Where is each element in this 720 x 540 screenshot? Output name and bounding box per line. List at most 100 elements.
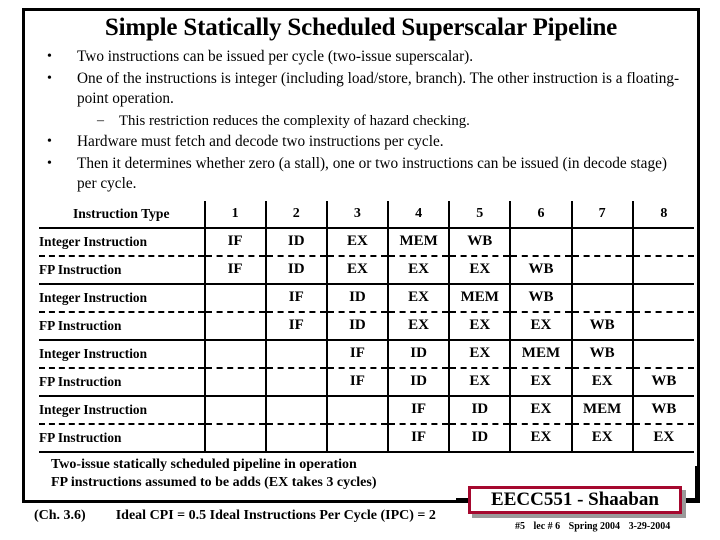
cell-stage: MEM [448, 283, 511, 313]
column-header-cycle-3: 3 [325, 200, 389, 229]
cell-stage: ID [387, 339, 450, 369]
bullet-item: • Then it determines whether zero (a stal… [39, 154, 689, 195]
cell-stage: EX [509, 395, 572, 425]
cell-stage: EX [387, 255, 450, 285]
cell-stage: ID [387, 367, 450, 397]
column-header-cycle-6: 6 [509, 200, 572, 229]
cell-stage: MEM [570, 395, 633, 425]
meta-date: 3-29-2004 [628, 521, 671, 532]
meta-term: Spring 2004 [568, 521, 621, 532]
cell-stage: WB [509, 255, 572, 285]
meta-lecture-number: lec # 6 [533, 521, 561, 532]
cell-instruction-type: FP Instruction [39, 367, 205, 397]
cell-stage: EX [387, 311, 450, 341]
bullet-text: Two instructions can be issued per cycle… [77, 48, 474, 65]
cell-stage [570, 255, 633, 285]
bullet-item: • Hardware must fetch and decode two inst… [39, 132, 689, 153]
cell-stage: WB [448, 227, 511, 257]
cell-stage: ID [325, 283, 389, 313]
cell-stage: ID [264, 255, 327, 285]
column-header-cycle-4: 4 [387, 200, 450, 229]
cell-stage: IF [264, 311, 327, 341]
dash-marker-icon: – [97, 112, 104, 128]
bullet-marker-icon: • [47, 70, 52, 86]
cell-stage: IF [203, 227, 266, 257]
cell-stage [631, 339, 694, 369]
caption-line-1: Two-issue statically scheduled pipeline … [51, 456, 357, 472]
table-header-row: Instruction Type 12345678 [39, 200, 694, 229]
bullet-text: This restriction reduces the complexity … [119, 112, 470, 129]
cell-stage: EX [509, 311, 572, 341]
cell-stage [570, 227, 633, 257]
cell-stage: EX [448, 255, 511, 285]
table-row: FP Instruction IF ID EX EX EX WB [39, 367, 694, 397]
logo-meta-line: #5 lec # 6 Spring 2004 3-29-2004 [515, 521, 676, 532]
cell-stage: EX [325, 227, 389, 257]
column-header-cycle-5: 5 [448, 200, 511, 229]
cell-stage: ID [325, 311, 389, 341]
table-row: Integer Instruction IF ID EX MEM WB [39, 339, 694, 369]
cell-stage [325, 395, 389, 425]
cell-stage: WB [570, 311, 633, 341]
cell-stage: EX [448, 367, 511, 397]
cell-stage: MEM [509, 339, 572, 369]
cell-stage: EX [448, 339, 511, 369]
cell-stage [264, 339, 327, 369]
cell-stage: IF [264, 283, 327, 313]
footer-chapter: (Ch. 3.6) [34, 508, 86, 523]
cell-stage: EX [570, 367, 633, 397]
logo-box: EECC551 - Shaaban [468, 486, 682, 514]
cell-instruction-type: Integer Instruction [39, 395, 205, 425]
table-row: Integer Instruction IF ID EX MEM WB [39, 283, 694, 313]
cell-instruction-type: FP Instruction [39, 255, 205, 285]
cell-stage [203, 283, 266, 313]
bullet-text: One of the instructions is integer (incl… [77, 69, 680, 108]
cell-stage: IF [325, 339, 389, 369]
meta-slide-number: #5 [515, 521, 525, 532]
logo-text: EECC551 - Shaaban [491, 489, 659, 510]
cell-stage: ID [448, 423, 511, 453]
cell-stage: EX [570, 423, 633, 453]
cell-stage [203, 339, 266, 369]
cell-stage [570, 283, 633, 313]
cell-stage: EX [509, 367, 572, 397]
cell-stage: MEM [387, 227, 450, 257]
bullet-text: Then it determines whether zero (a stall… [77, 154, 668, 193]
bullet-text: Hardware must fetch and decode two instr… [77, 133, 444, 150]
cell-stage: EX [631, 423, 694, 453]
cell-stage: WB [509, 283, 572, 313]
cell-stage [631, 227, 694, 257]
logo-connector-left [456, 498, 468, 501]
column-header-instruction-type: Instruction Type [39, 200, 205, 229]
cell-instruction-type: Integer Instruction [39, 339, 205, 369]
pipeline-table: Instruction Type 12345678 Integer Instru… [39, 200, 694, 453]
bullet-item: • One of the instructions is integer (inc… [39, 69, 689, 110]
cell-stage [264, 395, 327, 425]
cell-stage: IF [325, 367, 389, 397]
cell-stage [631, 311, 694, 341]
bullet-item: – This restriction reduces the complexity… [39, 111, 689, 132]
cell-stage: IF [387, 395, 450, 425]
cell-instruction-type: Integer Instruction [39, 227, 205, 257]
cell-stage [203, 423, 266, 453]
cell-stage: EX [448, 311, 511, 341]
bullet-marker-icon: • [47, 134, 52, 149]
column-header-cycle-2: 2 [264, 200, 327, 229]
bullet-list: • Two instructions can be issued per cycl… [25, 47, 697, 195]
cell-stage: WB [631, 395, 694, 425]
footer-line: (Ch. 3.6) Ideal CPI = 0.5 Ideal Instruct… [34, 508, 504, 524]
bullet-marker-icon: • [47, 49, 52, 64]
table-header: Instruction Type 12345678 [39, 200, 694, 229]
cell-stage [325, 423, 389, 453]
cell-stage [203, 311, 266, 341]
bullet-item: • Two instructions can be issued per cycl… [39, 47, 689, 68]
cell-stage [203, 395, 266, 425]
bullet-marker-icon: • [47, 155, 52, 171]
cell-stage: WB [631, 367, 694, 397]
cell-stage [509, 227, 572, 257]
table-row: Integer Instruction IF ID EX MEM WB [39, 227, 694, 257]
cell-stage: WB [570, 339, 633, 369]
cell-stage [203, 367, 266, 397]
column-header-cycle-7: 7 [570, 200, 633, 229]
cell-stage [264, 423, 327, 453]
